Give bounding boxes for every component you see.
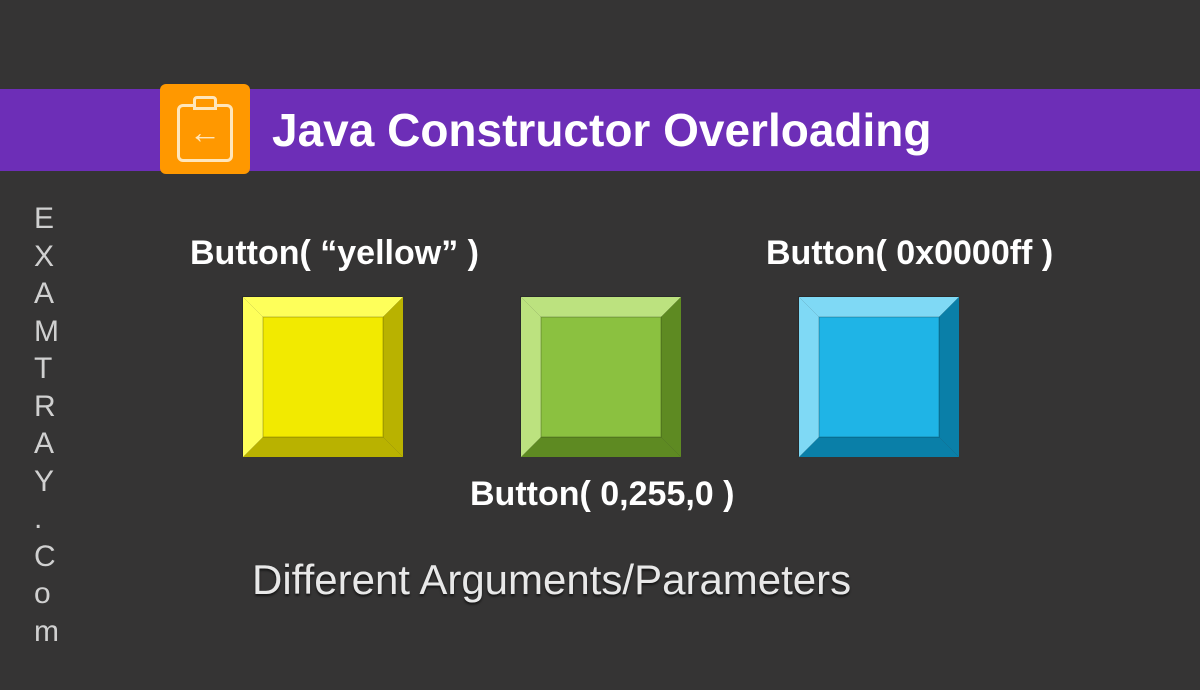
green-button-swatch: [520, 296, 680, 456]
bevel-top: [799, 297, 959, 317]
bevel-face: [263, 317, 383, 437]
page-title: Java Constructor Overloading: [272, 103, 932, 157]
label-yellow-constructor: Button( “yellow” ): [190, 234, 479, 273]
bevel-top: [243, 297, 403, 317]
logo: ←: [160, 84, 250, 174]
side-brand-text: EXAMTRAY.Com: [34, 200, 61, 650]
bevel-right: [939, 297, 959, 457]
bevel-face: [541, 317, 661, 437]
bevel-bottom: [799, 437, 959, 457]
bevel-bottom: [521, 437, 681, 457]
label-blue-constructor: Button( 0x0000ff ): [766, 234, 1053, 273]
bevel-left: [243, 297, 263, 457]
bevel-face: [819, 317, 939, 437]
label-green-constructor: Button( 0,255,0 ): [470, 475, 734, 514]
clipboard-back-icon: ←: [177, 96, 233, 162]
bevel-left: [799, 297, 819, 457]
bevel-left: [521, 297, 541, 457]
blue-button-swatch: [798, 296, 958, 456]
footer-caption: Different Arguments/Parameters: [252, 556, 851, 604]
yellow-button-swatch: [242, 296, 402, 456]
bevel-right: [383, 297, 403, 457]
bevel-right: [661, 297, 681, 457]
bevel-top: [521, 297, 681, 317]
bevel-bottom: [243, 437, 403, 457]
